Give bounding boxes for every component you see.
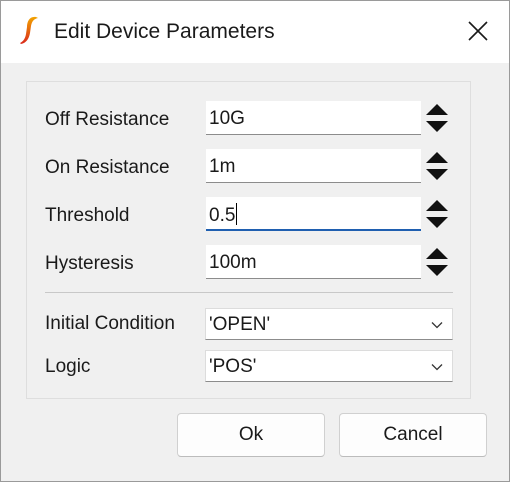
triangle-down-icon [426, 121, 448, 132]
initial-condition-label: Initial Condition [45, 313, 175, 334]
threshold-field[interactable]: 0.5 [206, 197, 421, 231]
on-resistance-value: 1m [209, 156, 236, 177]
triangle-down-icon [426, 217, 448, 228]
section-divider [45, 292, 453, 293]
initial-condition-select[interactable]: 'OPEN' [205, 308, 453, 340]
triangle-up-icon [426, 104, 448, 115]
triangle-up-icon [426, 248, 448, 259]
on-resistance-decrement[interactable] [423, 166, 451, 183]
chevron-down-icon [431, 364, 443, 371]
on-resistance-field[interactable]: 1m [206, 149, 421, 183]
hysteresis-field[interactable]: 100m [206, 245, 421, 279]
on-resistance-spinner [423, 149, 451, 183]
initial-condition-value: 'OPEN' [209, 314, 271, 335]
threshold-value: 0.5 [209, 205, 236, 226]
logic-value: 'POS' [209, 356, 257, 377]
hysteresis-decrement[interactable] [423, 262, 451, 279]
off-resistance-increment[interactable] [423, 101, 451, 118]
title-bar: Edit Device Parameters [1, 1, 509, 63]
text-caret [236, 203, 238, 225]
cancel-button[interactable]: Cancel [339, 413, 487, 457]
hysteresis-increment[interactable] [423, 245, 451, 262]
off-resistance-label: Off Resistance [45, 109, 170, 130]
edit-device-parameters-dialog: Edit Device Parameters Off Resistance 10… [0, 0, 510, 482]
triangle-down-icon [426, 169, 448, 180]
threshold-label: Threshold [45, 205, 130, 226]
off-resistance-value: 10G [209, 108, 245, 129]
threshold-spinner [423, 197, 451, 231]
triangle-up-icon [426, 200, 448, 211]
close-icon [468, 21, 488, 41]
hysteresis-spinner [423, 245, 451, 279]
off-resistance-field[interactable]: 10G [206, 101, 421, 135]
on-resistance-increment[interactable] [423, 149, 451, 166]
chevron-down-icon [431, 322, 443, 329]
threshold-decrement[interactable] [423, 214, 451, 231]
triangle-down-icon [426, 265, 448, 276]
hysteresis-value: 100m [209, 252, 257, 273]
off-resistance-spinner [423, 101, 451, 135]
off-resistance-decrement[interactable] [423, 118, 451, 135]
triangle-up-icon [426, 152, 448, 163]
threshold-increment[interactable] [423, 197, 451, 214]
logic-label: Logic [45, 356, 91, 377]
on-resistance-label: On Resistance [45, 157, 170, 178]
logic-select[interactable]: 'POS' [205, 350, 453, 382]
hysteresis-label: Hysteresis [45, 253, 134, 274]
ltspice-logo-icon [20, 16, 38, 44]
ok-button[interactable]: Ok [177, 413, 325, 457]
close-button[interactable] [447, 1, 509, 61]
dialog-title: Edit Device Parameters [54, 20, 275, 43]
